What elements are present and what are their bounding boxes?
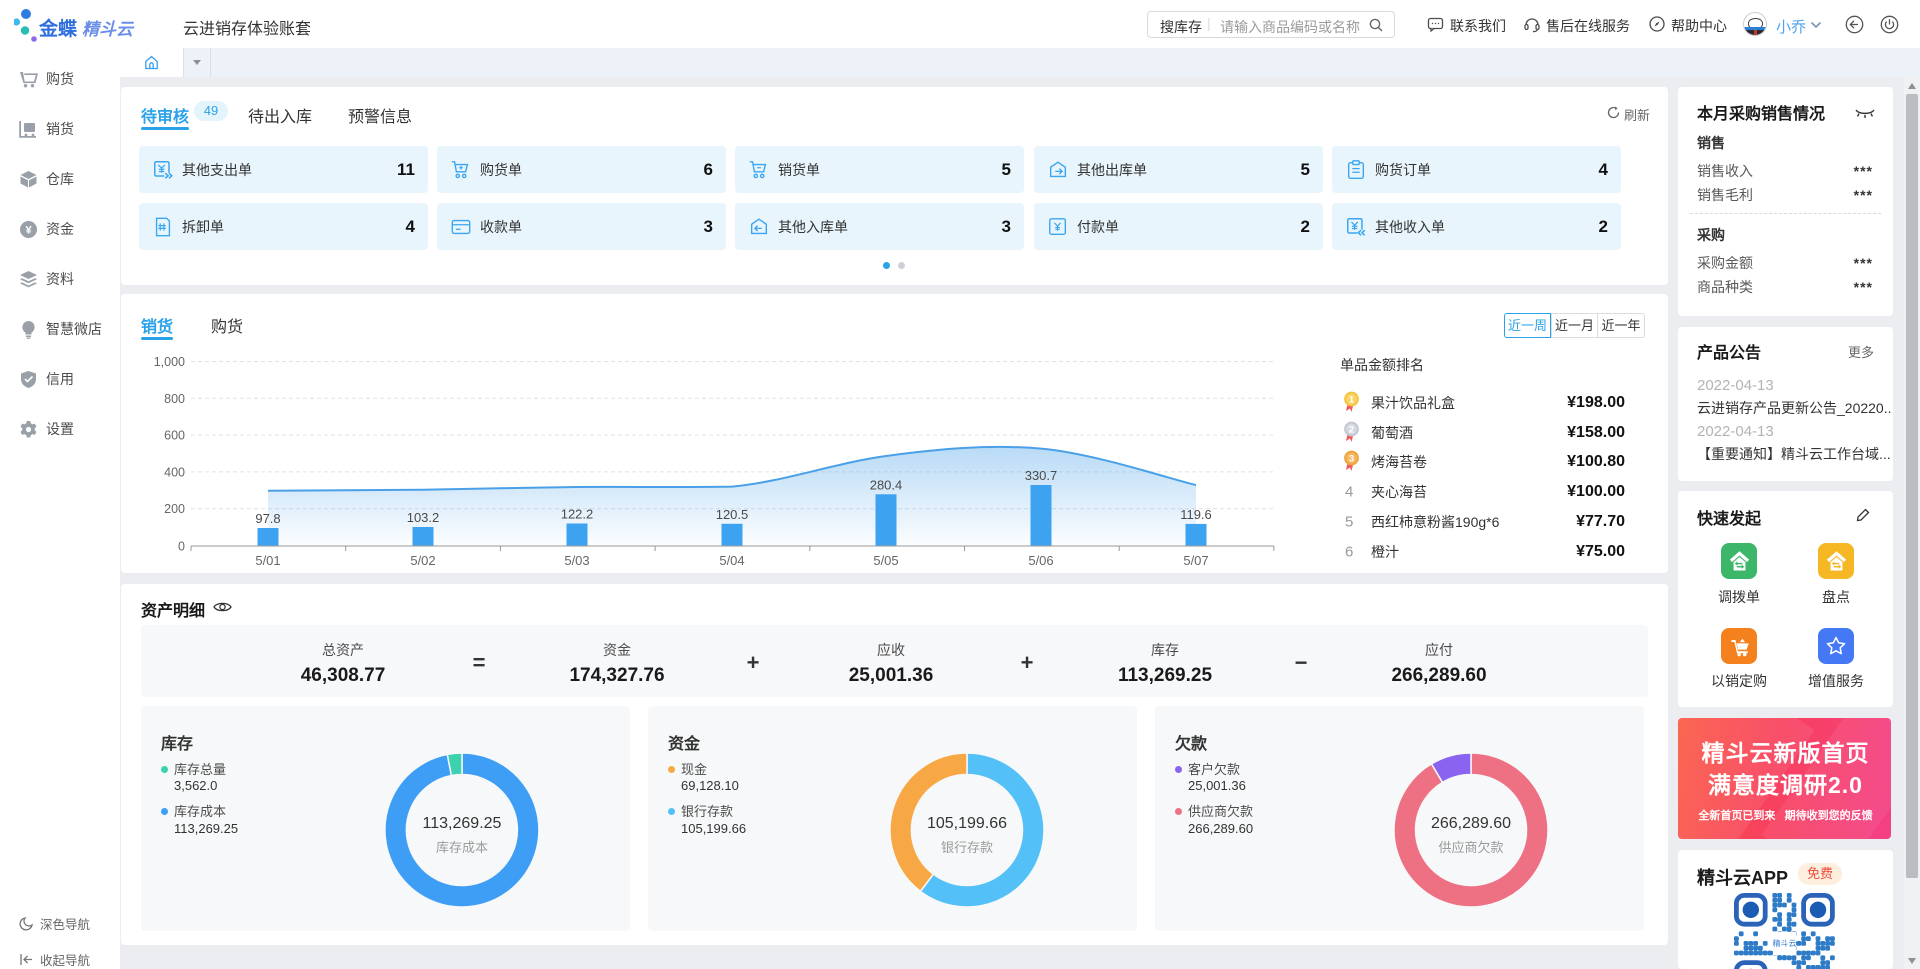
svg-text:¥: ¥ xyxy=(25,224,32,236)
svg-text:5/04: 5/04 xyxy=(719,553,744,568)
svg-text:122.2: 122.2 xyxy=(561,507,594,522)
svg-text:280.4: 280.4 xyxy=(870,477,903,492)
svg-text:800: 800 xyxy=(164,392,185,406)
svg-text:200: 200 xyxy=(164,502,185,516)
svg-text:5/02: 5/02 xyxy=(410,553,435,568)
svg-text:精斗云: 精斗云 xyxy=(1773,938,1797,948)
svg-text:3: 3 xyxy=(1349,453,1354,464)
svg-text:0: 0 xyxy=(178,540,185,554)
svg-text:1,000: 1,000 xyxy=(154,355,185,369)
svg-text:5/03: 5/03 xyxy=(564,553,589,568)
svg-text:5/01: 5/01 xyxy=(255,553,280,568)
svg-text:97.8: 97.8 xyxy=(255,511,280,526)
svg-text:2: 2 xyxy=(1349,424,1354,435)
svg-text:400: 400 xyxy=(164,465,185,479)
svg-text:5/05: 5/05 xyxy=(873,553,898,568)
svg-text:600: 600 xyxy=(164,429,185,443)
svg-text:330.7: 330.7 xyxy=(1025,468,1058,483)
svg-text:1: 1 xyxy=(1349,394,1355,405)
svg-text:5/07: 5/07 xyxy=(1183,553,1208,568)
svg-text:103.2: 103.2 xyxy=(407,510,440,525)
svg-text:120.5: 120.5 xyxy=(716,507,749,522)
svg-text:5/06: 5/06 xyxy=(1028,553,1053,568)
svg-text:119.6: 119.6 xyxy=(1180,507,1212,522)
